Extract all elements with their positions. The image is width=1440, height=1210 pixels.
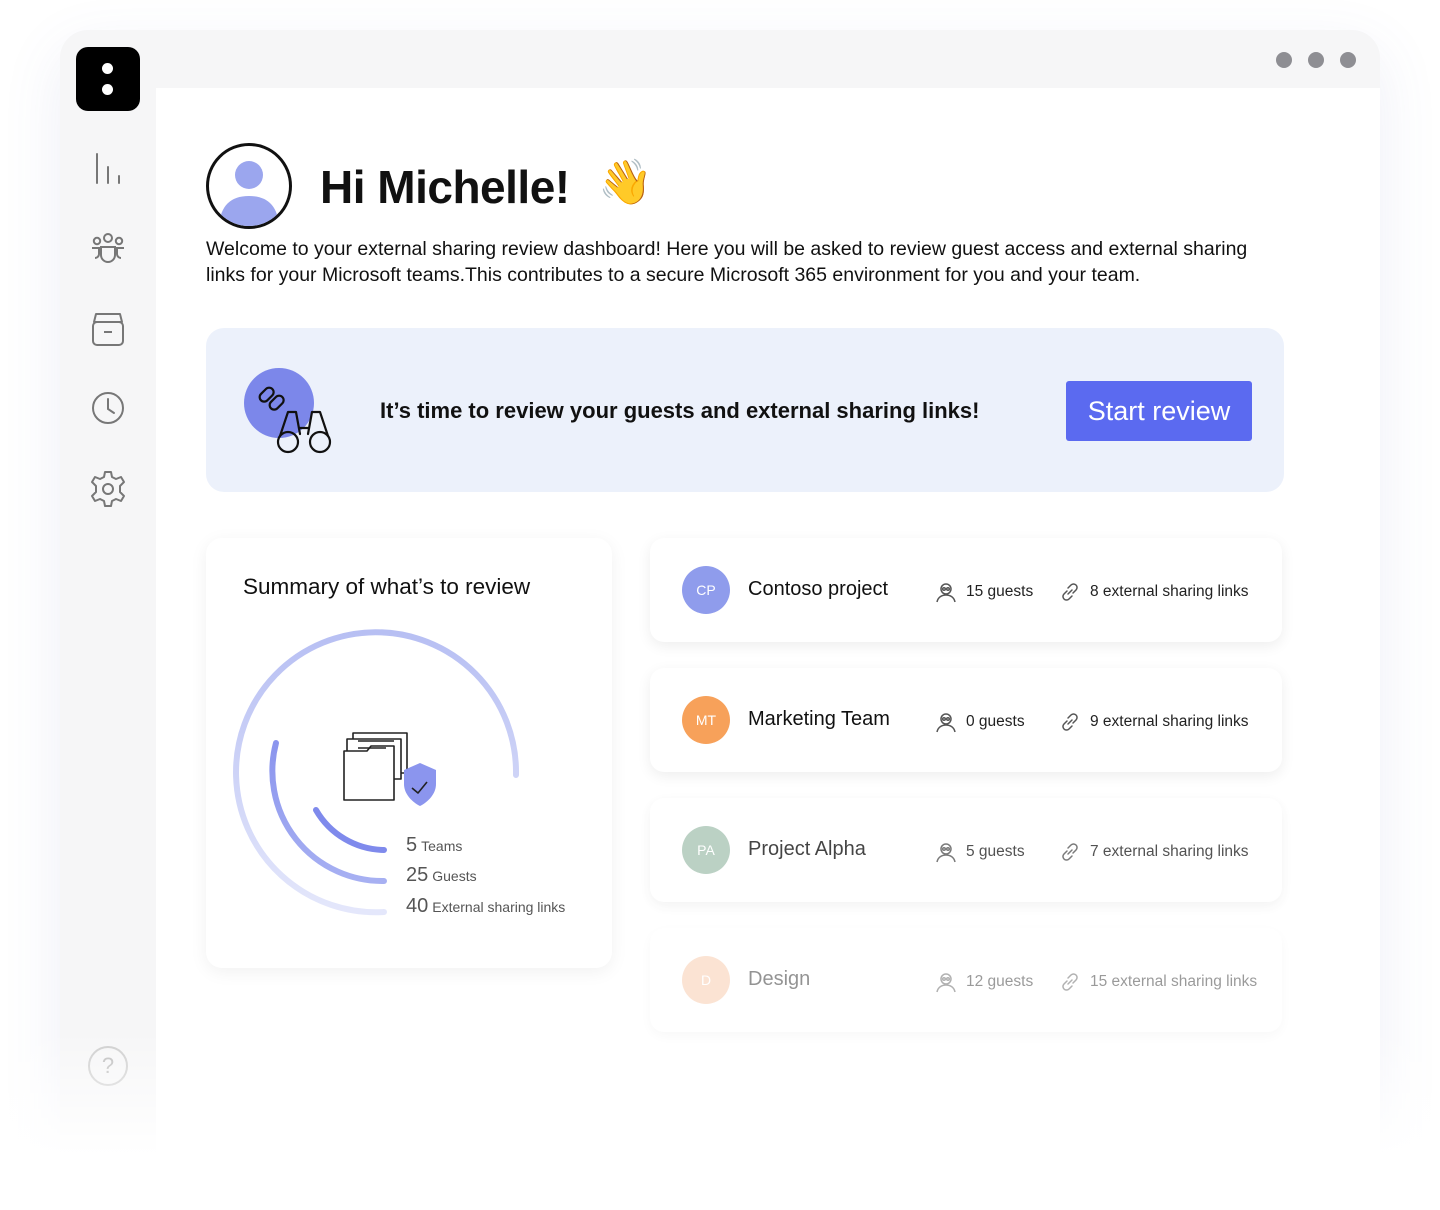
greeting-title: Hi Michelle! (320, 161, 570, 213)
help-icon[interactable]: ? (88, 1046, 128, 1086)
user-avatar-icon (219, 161, 279, 226)
team-card[interactable]: D Design 12 guests 15 external sharing l… (650, 928, 1282, 1032)
ring-teams (313, 807, 387, 853)
review-banner: It’s time to review your guests and exte… (206, 328, 1284, 492)
window-control-dot[interactable] (1276, 52, 1292, 68)
sidebar-item-archive[interactable] (88, 309, 128, 349)
sidebar-item-analytics[interactable] (88, 149, 128, 189)
link-count: 8 external sharing links (1058, 580, 1249, 604)
guest-count: 15 guests (934, 580, 1033, 604)
team-card[interactable]: MT Marketing Team 0 guests 9 external sh… (650, 668, 1282, 772)
guest-icon (936, 713, 956, 733)
team-avatar: MT (682, 696, 730, 744)
link-count: 9 external sharing links (1058, 710, 1249, 734)
summary-card: Summary of what’s to review 5 Teams 25 G… (206, 538, 612, 968)
banner-text: It’s time to review your guests and exte… (380, 398, 980, 423)
window-control-dot[interactable] (1308, 52, 1324, 68)
link-icon (1062, 973, 1078, 991)
link-icon (1062, 843, 1078, 861)
link-icon (1062, 713, 1078, 731)
app-window: Hi Michelle! 👋 Welcome to your external … (60, 30, 1380, 1210)
guest-count: 0 guests (934, 710, 1025, 734)
link-binoculars-icon (244, 368, 332, 454)
summary-stat-links: 40 External sharing links (406, 895, 566, 917)
guest-count: 5 guests (934, 840, 1025, 864)
summary-stat-teams: 5 Teams (406, 834, 463, 856)
guest-icon (936, 973, 956, 993)
app-logo[interactable] (76, 47, 140, 111)
folder-shield-icon (343, 732, 436, 806)
guest-count: 12 guests (934, 970, 1033, 994)
intro-text: Welcome to your external sharing review … (206, 238, 1248, 286)
team-avatar: PA (682, 826, 730, 874)
summary-stat-guests: 25 Guests (406, 864, 477, 886)
main-content: Hi Michelle! 👋 Welcome to your external … (156, 88, 1380, 1210)
link-count: 7 external sharing links (1058, 840, 1249, 864)
window-control-dot[interactable] (1340, 52, 1356, 68)
wave-icon: 👋 (598, 158, 653, 207)
team-name: Project Alpha (748, 838, 866, 860)
team-name: Design (748, 968, 811, 990)
team-card[interactable]: PA Project Alpha 5 guests 7 external sha… (650, 798, 1282, 902)
sidebar-item-settings[interactable] (88, 469, 128, 509)
gear-icon (91, 471, 125, 507)
team-name: Contoso project (748, 578, 889, 600)
team-card[interactable]: CP Contoso project 15 guests 8 external … (650, 538, 1282, 642)
team-avatar: D (682, 956, 730, 1004)
guest-icon (936, 843, 956, 863)
start-review-button[interactable]: Start review (1066, 381, 1252, 441)
link-count: 15 external sharing links (1058, 970, 1257, 994)
sidebar-item-teams[interactable] (88, 229, 128, 269)
clock-icon (92, 392, 124, 424)
bar-chart-icon (96, 153, 120, 184)
link-icon (1062, 583, 1078, 601)
team-name: Marketing Team (748, 708, 890, 730)
archive-icon (92, 313, 124, 346)
people-group-icon (92, 233, 124, 263)
team-avatar: CP (682, 566, 730, 614)
sidebar-item-history[interactable] (88, 388, 128, 428)
user-avatar[interactable] (206, 143, 292, 229)
guest-icon (936, 583, 956, 603)
